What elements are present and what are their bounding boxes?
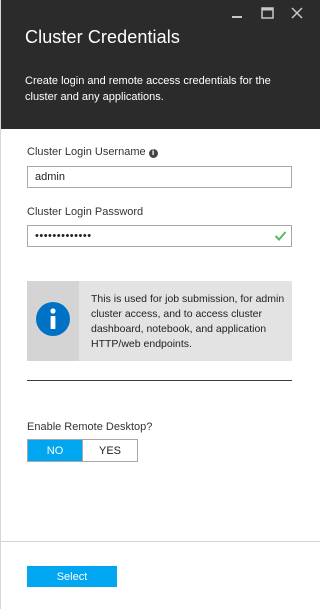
- cluster-credentials-blade: Cluster Credentials Create login and rem…: [0, 0, 320, 609]
- info-icon[interactable]: i: [148, 149, 158, 158]
- username-value: admin: [35, 171, 65, 183]
- remote-desktop-toggle: NO YES: [27, 439, 138, 462]
- window-controls: [222, 4, 312, 22]
- username-label: Cluster Login Username i: [27, 146, 158, 158]
- footer-divider: [1, 541, 320, 542]
- maximize-icon[interactable]: [252, 4, 282, 22]
- blade-description: Create login and remote access credentia…: [25, 75, 271, 103]
- toggle-option-yes[interactable]: YES: [82, 440, 137, 461]
- username-label-text: Cluster Login Username: [27, 146, 146, 158]
- password-label: Cluster Login Password: [27, 206, 144, 218]
- username-input[interactable]: admin: [27, 166, 292, 188]
- info-box-text: This is used for job submission, for adm…: [91, 293, 285, 350]
- info-box-icon-cell: [27, 281, 79, 361]
- info-circle-icon: [35, 301, 71, 342]
- blade-title: Cluster Credentials: [25, 27, 180, 47]
- info-box: This is used for job submission, for adm…: [27, 281, 292, 361]
- section-divider: [27, 380, 292, 381]
- checkmark-icon: [274, 229, 287, 249]
- password-value: •••••••••••••: [35, 230, 92, 242]
- toggle-option-no[interactable]: NO: [28, 440, 82, 461]
- blade-header: Cluster Credentials Create login and rem…: [1, 0, 320, 129]
- select-button[interactable]: Select: [27, 566, 117, 587]
- password-input[interactable]: •••••••••••••: [27, 225, 292, 247]
- minimize-icon[interactable]: [222, 4, 252, 22]
- remote-desktop-label: Enable Remote Desktop?: [27, 421, 153, 433]
- close-icon[interactable]: [282, 4, 312, 22]
